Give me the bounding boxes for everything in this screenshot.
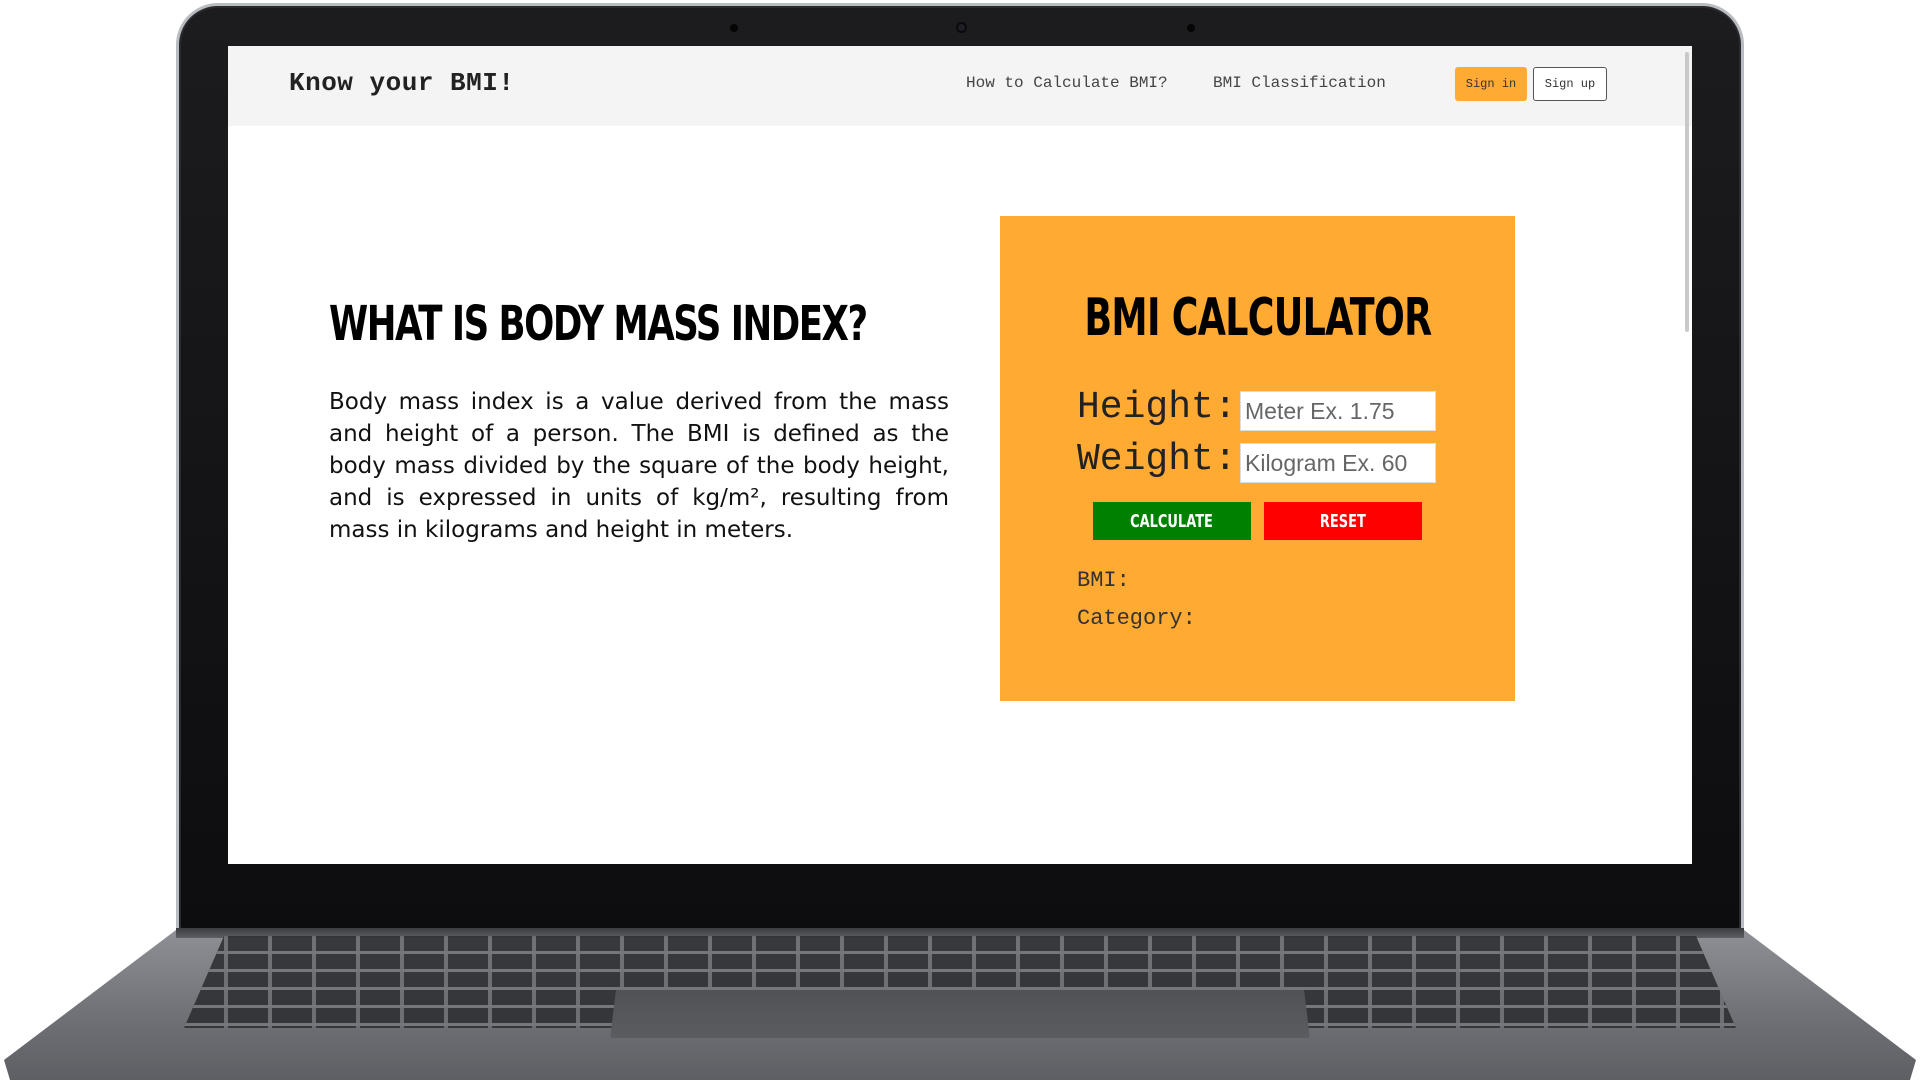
reset-button[interactable]: RESET xyxy=(1264,502,1422,540)
sensor-dot xyxy=(1187,24,1195,32)
laptop-trackpad xyxy=(610,990,1310,1038)
height-label: Height: xyxy=(1077,386,1237,429)
info-paragraph: Body mass index is a value derived from … xyxy=(329,389,949,543)
info-heading: WHAT IS BODY MASS INDEX? xyxy=(329,296,868,352)
nav-link-bmi-classification[interactable]: BMI Classification xyxy=(1213,74,1386,92)
bmi-calculator-panel: BMI CALCULATOR Height: Weight: CALCULATE… xyxy=(1000,216,1515,701)
sensor-dot xyxy=(730,24,738,32)
nav-link-how-to-calculate[interactable]: How to Calculate BMI? xyxy=(966,74,1168,92)
calculator-title-text: BMI CALCULATOR xyxy=(1083,288,1432,348)
calculate-button-label: CALCULATE xyxy=(1130,510,1214,532)
sign-up-button[interactable]: Sign up xyxy=(1533,67,1607,101)
weight-label: Weight: xyxy=(1077,438,1237,481)
reset-button-label: RESET xyxy=(1320,510,1366,532)
webcam-icon xyxy=(956,22,967,33)
calculate-button[interactable]: CALCULATE xyxy=(1093,502,1251,540)
laptop-screen: Know your BMI! How to Calculate BMI? BMI… xyxy=(228,46,1692,864)
category-result-label: Category: xyxy=(1077,606,1196,631)
sign-in-button[interactable]: Sign in xyxy=(1455,67,1527,101)
navbar: Know your BMI! How to Calculate BMI? BMI… xyxy=(228,46,1692,126)
brand-title[interactable]: Know your BMI! xyxy=(289,68,514,98)
weight-input[interactable] xyxy=(1240,443,1436,483)
page-scrollbar[interactable] xyxy=(1685,52,1689,332)
height-input[interactable] xyxy=(1240,391,1436,431)
calculator-title: BMI CALCULATOR xyxy=(1000,288,1515,348)
bmi-result-label: BMI: xyxy=(1077,568,1130,593)
